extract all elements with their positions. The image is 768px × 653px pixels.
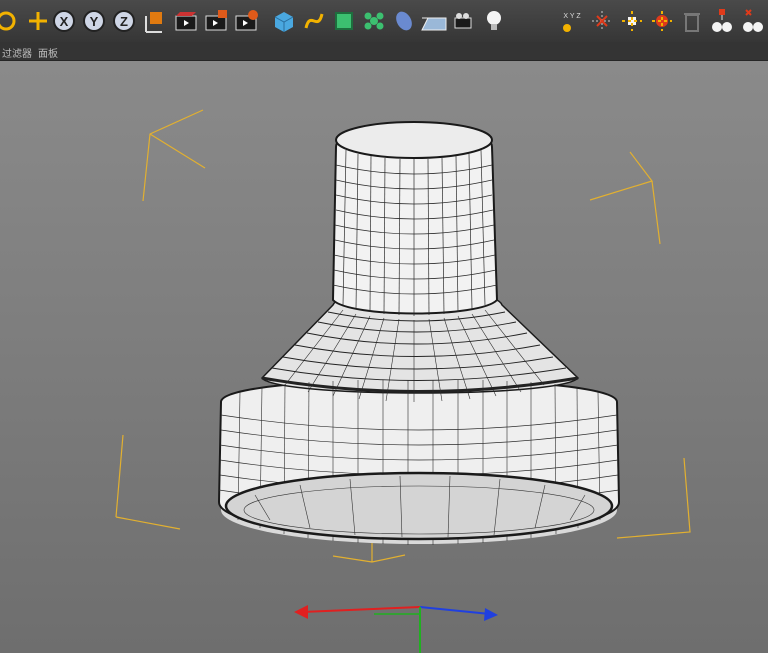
menu-item-filter[interactable]: 过滤器 (2, 45, 32, 60)
x-axis-label: X (60, 14, 69, 29)
tag-icon[interactable] (738, 6, 766, 36)
menu-item-panel[interactable]: 面板 (38, 45, 58, 60)
camera-icon[interactable] (450, 6, 478, 36)
light-icon[interactable] (480, 6, 508, 36)
workplane-icon[interactable] (618, 6, 646, 36)
x-axis (301, 606, 421, 613)
render-group (172, 6, 260, 36)
snap-icon[interactable] (588, 6, 616, 36)
bbox-corner (616, 457, 691, 539)
render-settings-icon[interactable] (232, 6, 260, 36)
viewport-menubar: 过滤器 面板 (0, 42, 768, 61)
tools-group: X Y Z (558, 6, 766, 36)
parent-icon[interactable] (648, 6, 676, 36)
bbox-corner (142, 109, 206, 202)
y-axis-label: Y (90, 14, 99, 29)
x-axis-arrow (294, 605, 308, 619)
cloner-icon[interactable] (360, 6, 388, 36)
spline-pen-icon[interactable] (300, 6, 328, 36)
neck-top (335, 121, 493, 159)
z-axis-arrow (484, 608, 498, 621)
material-icon[interactable] (708, 6, 736, 36)
render-view-icon[interactable] (172, 6, 200, 36)
world-coordinate-icon[interactable] (140, 6, 168, 36)
axis-tool-icon[interactable]: X Y Z (558, 6, 586, 36)
bbox-corner (589, 151, 661, 245)
move-icon[interactable] (24, 6, 52, 36)
rotate-icon[interactable] (0, 6, 22, 36)
svg-text:X Y Z: X Y Z (563, 13, 581, 20)
viewport[interactable] (0, 61, 768, 653)
deformer-icon[interactable] (390, 6, 418, 36)
delete-icon[interactable] (678, 6, 706, 36)
floor-icon[interactable] (420, 6, 448, 36)
main-toolbar: X Y Z X Y Z (0, 0, 768, 43)
lamp-mesh[interactable] (217, 121, 621, 545)
axis-gizmo (294, 605, 498, 653)
y-axis-lock[interactable]: Y (80, 6, 108, 36)
create-objects-group (270, 6, 508, 36)
z-axis-label: Z (120, 14, 128, 29)
subdivision-icon[interactable] (330, 6, 358, 36)
cube-icon[interactable] (270, 6, 298, 36)
bbox-corner (115, 434, 181, 530)
axis-lock-group: X Y Z (50, 6, 168, 36)
x-axis-lock[interactable]: X (50, 6, 78, 36)
bottom-opening (224, 471, 614, 541)
render-picture-viewer-icon[interactable] (202, 6, 230, 36)
z-axis (419, 606, 491, 615)
transform-tools (0, 6, 52, 36)
z-axis-lock[interactable]: Z (110, 6, 138, 36)
